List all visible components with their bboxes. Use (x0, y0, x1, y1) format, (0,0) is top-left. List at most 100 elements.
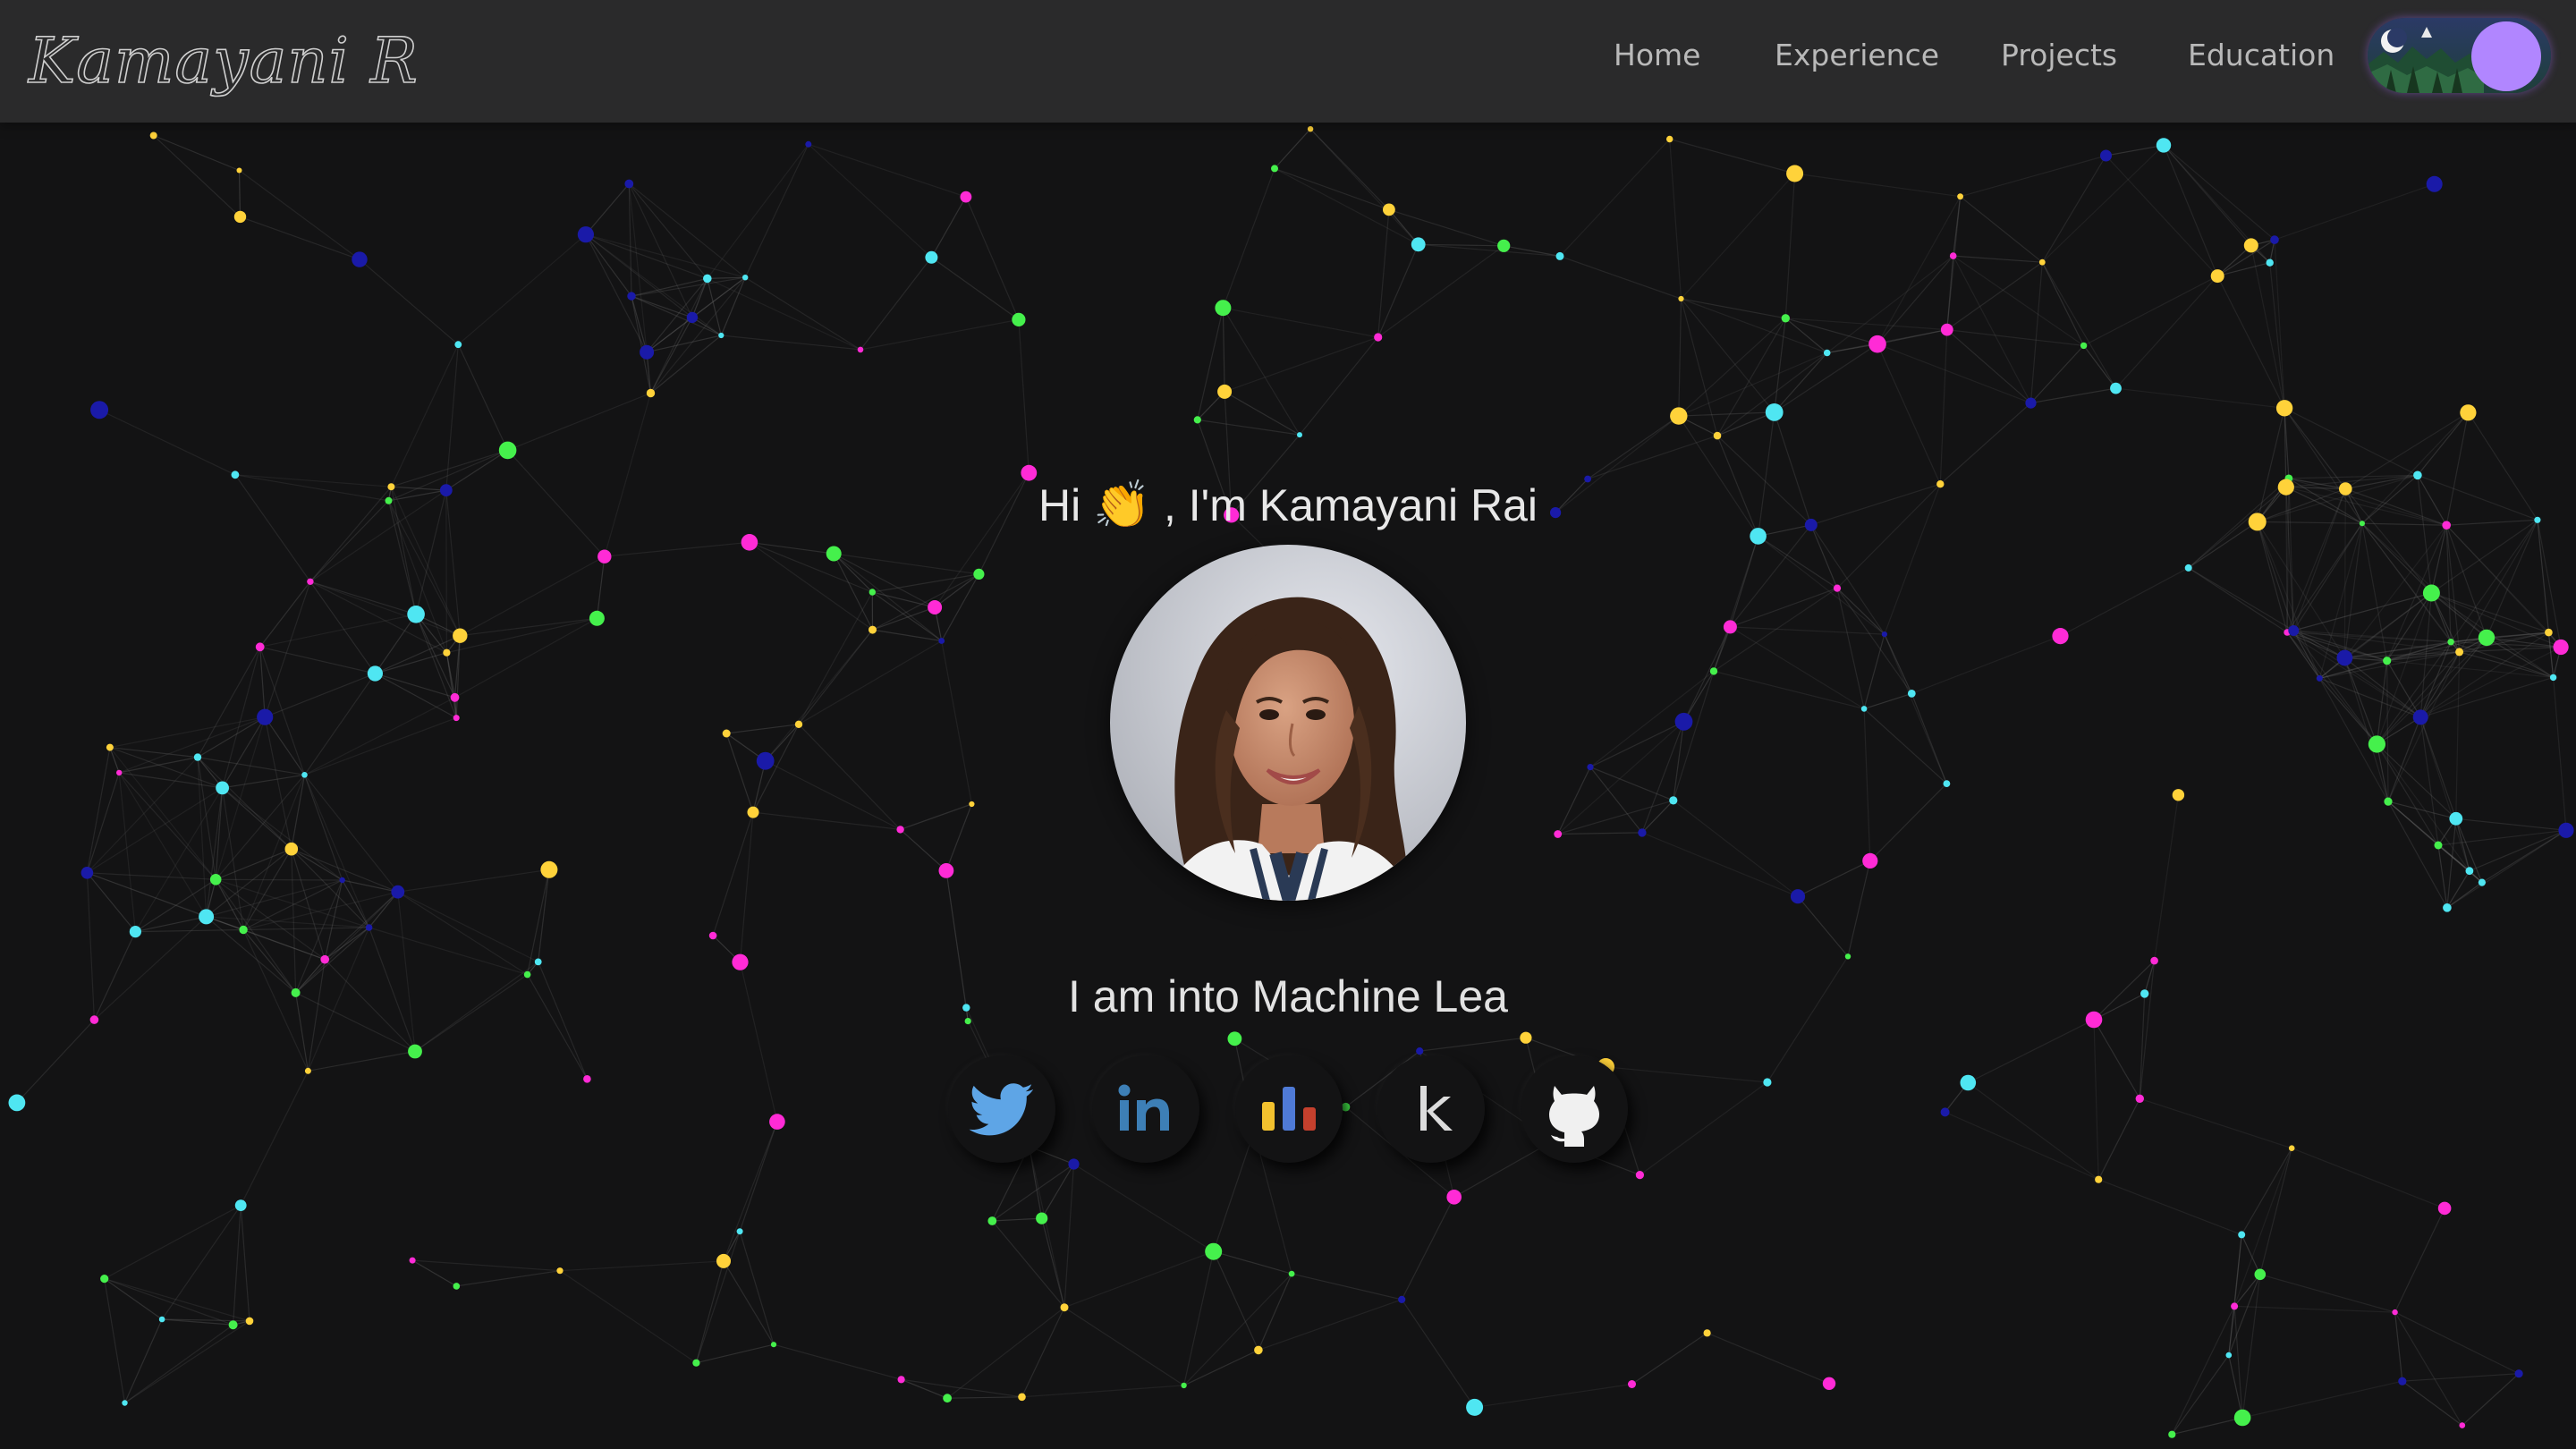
particle-link (2431, 592, 2549, 633)
twitter-button[interactable] (948, 1055, 1055, 1163)
particle-link (460, 555, 606, 637)
particle-link (153, 134, 240, 172)
particle-link (1774, 318, 1786, 412)
particle-dot (2156, 138, 2172, 153)
particle-dot (1868, 335, 1886, 353)
particle-link (1713, 670, 1865, 709)
particle-dot (1520, 1031, 1532, 1044)
particle-dot (1628, 1380, 1636, 1388)
particle-dot (233, 210, 247, 224)
particle-dot (556, 1267, 564, 1275)
particle-link (460, 617, 597, 637)
particle-link (2462, 1373, 2520, 1427)
particle-link (1299, 336, 1379, 436)
particle-dot (2172, 789, 2185, 801)
particle-link (2140, 1097, 2292, 1149)
particle-link (304, 717, 457, 775)
particle-dot (116, 769, 123, 776)
particle-dot (2447, 639, 2454, 646)
particle-dot (1669, 796, 1678, 805)
particle-dot (646, 388, 656, 398)
particle-dot (692, 1359, 700, 1367)
particle-dot (938, 863, 954, 878)
profile-portrait (1110, 545, 1466, 901)
particle-dot (1949, 252, 1957, 259)
toggle-knob[interactable] (2471, 21, 2541, 91)
particle-link (739, 1121, 778, 1232)
nav-education[interactable]: Education (2188, 38, 2334, 72)
particle-link (412, 1259, 561, 1272)
particle-dot (8, 1094, 26, 1112)
particle-dot (869, 625, 877, 634)
particle-link (2402, 1380, 2463, 1427)
particle-dot (1960, 1074, 1977, 1091)
particle-dot (255, 642, 265, 652)
particle-dot (1215, 300, 1232, 317)
particle-link (104, 1278, 233, 1326)
particle-dot (938, 638, 945, 644)
particle-link (2030, 344, 2085, 404)
particle-link (445, 652, 456, 698)
particle-dot (540, 860, 558, 878)
particle-link (1631, 1332, 1707, 1385)
particle-dot (453, 715, 460, 722)
particle-link (104, 1278, 250, 1322)
particle-link (1797, 895, 1849, 957)
particle-link (1730, 626, 1885, 635)
particle-link (415, 614, 457, 718)
particle-dot (1638, 828, 1647, 837)
particle-dot (742, 275, 749, 281)
particle-dot (1713, 431, 1722, 440)
analytics-button[interactable] (1235, 1055, 1343, 1163)
github-button[interactable] (1521, 1055, 1628, 1163)
particle-link (2154, 794, 2179, 962)
kaggle-button[interactable] (1377, 1055, 1485, 1163)
particle-link (1559, 255, 1682, 300)
particle-dot (100, 1275, 109, 1284)
particle-dot (747, 806, 759, 818)
particle-link (1419, 1037, 1526, 1052)
particle-link (161, 1205, 242, 1320)
particle-link (259, 580, 311, 648)
particle-link (1557, 832, 1642, 835)
particle-dot (320, 954, 330, 964)
nav-experience[interactable]: Experience (1775, 38, 1939, 72)
particle-link (291, 848, 399, 893)
particle-link (233, 1205, 242, 1326)
particle-dot (1907, 690, 1916, 698)
particle-link (1640, 1081, 1768, 1176)
particle-link (1785, 318, 1878, 345)
particle-dot (1674, 712, 1693, 731)
particle-link (1730, 588, 1838, 628)
particle-link (934, 573, 979, 608)
particle-link (1863, 633, 1885, 709)
particle-dot (453, 628, 468, 643)
particle-link (1953, 255, 2043, 263)
particle-link (303, 775, 343, 881)
particle-link (1863, 708, 1871, 861)
particle-dot (2225, 1352, 2233, 1359)
linkedin-icon (1118, 1084, 1169, 1131)
particle-dot (409, 1257, 416, 1264)
particle-dot (228, 1320, 238, 1330)
particle-link (1183, 1273, 1292, 1386)
logo-text: Kamayani Rai (27, 24, 419, 97)
particle-link (833, 553, 874, 631)
particle-link (135, 928, 244, 933)
particle-dot (1068, 1158, 1080, 1170)
particle-link (2537, 520, 2562, 648)
logo[interactable]: Kamayani Rai (25, 13, 419, 111)
particle-link (2419, 716, 2439, 846)
particle-link (2257, 521, 2345, 658)
theme-toggle[interactable] (2368, 18, 2551, 93)
linkedin-button[interactable] (1092, 1055, 1199, 1163)
particle-dot (2383, 657, 2392, 665)
particle-link (1669, 139, 1682, 300)
particle-link (596, 556, 606, 619)
greeting-hi: Hi (1038, 480, 1081, 530)
particle-dot (1446, 1190, 1462, 1205)
nav-projects[interactable]: Projects (2001, 38, 2117, 72)
particle-dot (1254, 1345, 1263, 1355)
particle-dot (2150, 956, 2158, 965)
nav-home[interactable]: Home (1614, 38, 1700, 72)
